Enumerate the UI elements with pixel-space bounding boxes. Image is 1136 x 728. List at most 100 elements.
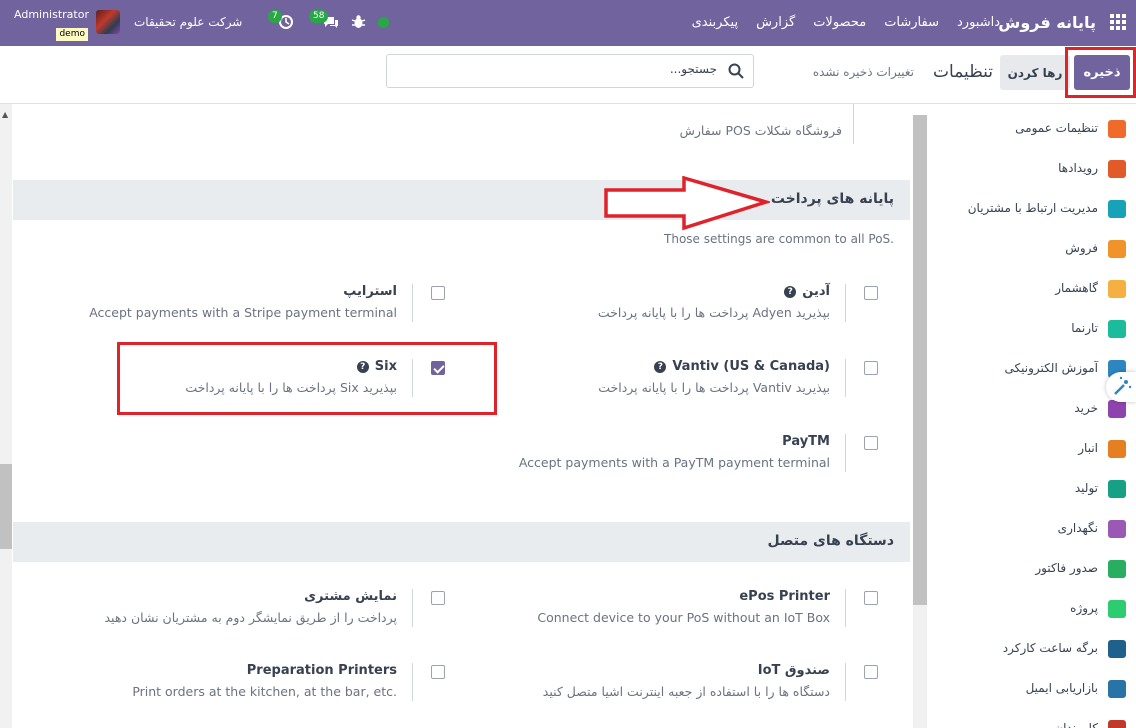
sidebar-item-website[interactable]: تارنما xyxy=(929,308,1136,348)
activities-count-badge: 7 xyxy=(268,10,282,23)
messages-count-badge: 58 xyxy=(309,10,329,23)
adyen-label: آدین? xyxy=(784,284,830,299)
setting-vantiv: Vantiv (US & Canada)? پرداخت ها را با پا… xyxy=(478,359,878,419)
divider xyxy=(845,284,846,322)
sidebar-item-label: مدیریت ارتباط با مشتریان xyxy=(967,201,1098,215)
iot-box-checkbox[interactable] xyxy=(864,665,878,679)
sidebar-item-label: خرید xyxy=(1074,401,1098,415)
sidebar-item-crm[interactable]: مدیریت ارتباط با مشتریان xyxy=(929,188,1136,228)
sidebar-item-employees[interactable]: کارمندان xyxy=(929,708,1136,728)
manufacturing-app-icon xyxy=(1108,480,1126,498)
sidebar-item-label: انبار xyxy=(1078,441,1098,455)
customer-display-checkbox[interactable] xyxy=(431,591,445,605)
discard-button[interactable]: رها کردن xyxy=(1000,55,1070,90)
user-name: Administrator xyxy=(14,8,89,21)
epos-printer-checkbox[interactable] xyxy=(864,591,878,605)
stripe-label: استرایپ xyxy=(343,284,397,299)
help-icon[interactable]: ? xyxy=(784,286,797,298)
iot-box-label: صندوق IoT xyxy=(757,663,830,678)
preparation-printers-checkbox[interactable] xyxy=(431,665,445,679)
payment-terminals-subtitle: Those settings are common to all PoS. xyxy=(664,232,894,246)
sidebar-item-email-marketing[interactable]: بازاریابی ایمیل xyxy=(929,668,1136,708)
unsaved-changes-indicator: تغییرات ذخیره نشده xyxy=(812,65,914,79)
help-icon[interactable]: ? xyxy=(654,361,667,373)
user-menu[interactable]: Administrator demo xyxy=(14,8,89,41)
calendar-app-icon xyxy=(1108,280,1126,298)
sales-app-icon xyxy=(1108,240,1126,258)
sidebar-item-timesheets[interactable]: برگه ساعت کارکرد xyxy=(929,628,1136,668)
sidebar-item-elearning[interactable]: آموزش الکترونیکی xyxy=(929,348,1136,388)
content-scrollbar-thumb[interactable] xyxy=(913,115,927,605)
connected-devices-title: دستگاه های متصل xyxy=(767,533,894,549)
setting-adyen: آدین? پرداخت ها را با پایانه پرداخت Adye… xyxy=(478,284,878,344)
vantiv-label: Vantiv (US & Canada)? xyxy=(654,359,830,374)
app-brand[interactable]: پایانه فروش xyxy=(998,13,1096,32)
sidebar-item-calendar[interactable]: گاهشمار xyxy=(929,268,1136,308)
sidebar-item-label: برگه ساعت کارکرد xyxy=(1002,641,1098,655)
search-input[interactable] xyxy=(417,62,717,76)
sidebar-item-label: بازاریابی ایمیل xyxy=(1025,681,1098,695)
apps-menu-icon[interactable] xyxy=(1110,14,1126,30)
paytm-checkbox[interactable] xyxy=(864,436,878,450)
sidebar-item-inventory[interactable]: انبار xyxy=(929,428,1136,468)
setting-paytm: PayTM Accept payments with a PayTM payme… xyxy=(478,434,878,494)
divider xyxy=(412,284,413,322)
vantiv-label-text: Vantiv (US & Canada) xyxy=(672,359,830,374)
sidebar-item-purchase[interactable]: خرید xyxy=(929,388,1136,428)
sidebar-item-project[interactable]: پروژه xyxy=(929,588,1136,628)
sidebar-item-label: فروش xyxy=(1065,241,1098,255)
maintenance-app-icon xyxy=(1108,520,1126,538)
stripe-description: Accept payments with a Stripe payment te… xyxy=(89,305,397,320)
sidebar-item-label: تارنما xyxy=(1071,321,1098,335)
sidebar-item-label: صدور فاکتور xyxy=(1035,561,1098,575)
company-switcher[interactable]: شرکت علوم تحقیقات xyxy=(134,15,242,29)
stripe-checkbox[interactable] xyxy=(431,286,445,300)
search-icon[interactable] xyxy=(727,62,745,80)
divider xyxy=(845,589,846,627)
events-app-icon xyxy=(1108,160,1126,178)
content-scrollbar[interactable] xyxy=(913,115,927,728)
sidebar-item-invoicing[interactable]: صدور فاکتور xyxy=(929,548,1136,588)
magic-wand-icon[interactable] xyxy=(1106,372,1136,402)
project-app-icon xyxy=(1108,600,1126,618)
menu-item-products[interactable]: محصولات xyxy=(813,15,866,30)
sidebar-item-events[interactable]: رویدادها xyxy=(929,148,1136,188)
vantiv-checkbox[interactable] xyxy=(864,361,878,375)
sidebar-item-manufacturing[interactable]: تولید xyxy=(929,468,1136,508)
epos-printer-description: Connect device to your PoS without an Io… xyxy=(537,610,830,625)
scroll-up-arrow-icon[interactable]: ▲ xyxy=(2,110,8,119)
main-menu: داشبورد سفارشات محصولات گزارش پیکربندی xyxy=(692,15,1000,30)
sidebar-item-label: گاهشمار xyxy=(1055,281,1098,295)
menu-item-configuration[interactable]: پیکربندی xyxy=(692,15,738,30)
vantiv-description: پرداخت ها را با پایانه پرداخت Vantiv بپذ… xyxy=(598,380,830,395)
sidebar-item-label: کارمندان xyxy=(1054,721,1098,728)
left-scrollbar[interactable]: ▲ xyxy=(0,104,12,728)
sidebar-item-label: آموزش الکترونیکی xyxy=(1004,361,1098,375)
customer-display-label: نمایش مشتری xyxy=(304,589,397,604)
payment-terminals-title: پایانه های پرداخت xyxy=(770,191,894,207)
connection-status-dot xyxy=(378,17,389,28)
epos-printer-label: ePos Printer xyxy=(739,589,830,604)
settings-search xyxy=(386,54,754,88)
sidebar-item-sales[interactable]: فروش xyxy=(929,228,1136,268)
control-panel: ذخیره رها کردن تنظیمات تغییرات ذخیره نشد… xyxy=(0,46,1136,104)
paytm-description: Accept payments with a PayTM payment ter… xyxy=(518,455,830,470)
avatar[interactable] xyxy=(96,10,120,34)
menu-item-reporting[interactable]: گزارش xyxy=(756,15,795,30)
adyen-checkbox[interactable] xyxy=(864,286,878,300)
bug-icon[interactable] xyxy=(351,14,366,33)
employees-app-icon xyxy=(1108,720,1126,728)
sidebar-item-general-settings[interactable]: تنظیمات عمومی xyxy=(929,108,1136,148)
setting-iot-box: صندوق IoT دستگاه ها را با استفاده از جعب… xyxy=(478,663,878,723)
divider xyxy=(845,359,846,397)
sidebar-item-label: تولید xyxy=(1074,481,1098,495)
purchase-app-icon xyxy=(1108,400,1126,418)
left-scrollbar-thumb[interactable] xyxy=(0,464,12,549)
menu-item-orders[interactable]: سفارشات xyxy=(884,15,939,30)
sidebar-item-maintenance[interactable]: نگهداری xyxy=(929,508,1136,548)
menu-item-dashboard[interactable]: داشبورد xyxy=(957,15,1000,30)
setting-epos-printer: ePos Printer Connect device to your PoS … xyxy=(478,589,878,649)
sidebar-item-label: تنظیمات عمومی xyxy=(1015,121,1098,135)
customer-display-description: پرداخت را از طریق نمایشگر دوم به مشتریان… xyxy=(104,610,397,625)
crm-app-icon xyxy=(1108,200,1126,218)
